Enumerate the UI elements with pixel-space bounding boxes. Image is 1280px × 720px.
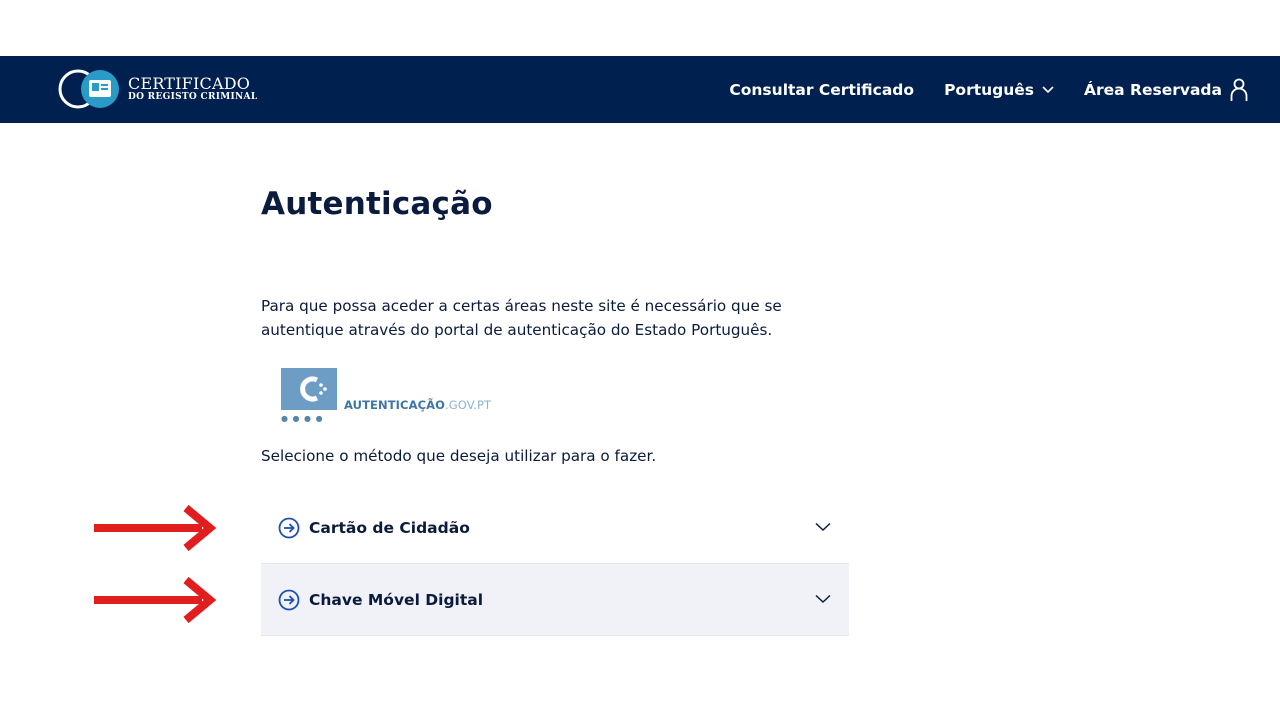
- language-selector[interactable]: Português: [944, 81, 1054, 99]
- brand-suffix: .GOV.PT: [445, 398, 492, 412]
- language-label: Português: [944, 80, 1035, 99]
- autenticacao-brand: AUTENTICAÇÃO.GOV.PT: [344, 398, 491, 412]
- annotation-arrow-icon: [94, 576, 216, 624]
- reserved-area-label: Área Reservada: [1084, 80, 1222, 99]
- user-icon: [1230, 78, 1248, 101]
- main-nav: Consultar Certificado Português Área Res…: [729, 56, 1248, 123]
- nav-consult-certificate[interactable]: Consultar Certificado: [729, 81, 914, 99]
- method-cartao-cidadao[interactable]: Cartão de Cidadão: [261, 492, 849, 564]
- brand-main: AUTENTICAÇÃO: [344, 398, 445, 412]
- method-chave-movel-digital[interactable]: Chave Móvel Digital: [261, 564, 849, 636]
- annotation-arrow-icon: [94, 504, 216, 552]
- nav-reserved-area[interactable]: Área Reservada: [1084, 78, 1248, 102]
- chevron-down-icon: [815, 522, 831, 531]
- logo-subtitle: DO REGISTO CRIMINAL: [128, 91, 258, 102]
- id-card-icon: [58, 66, 120, 112]
- auth-methods-accordion: Cartão de Cidadão Chave Móvel Digital: [261, 492, 849, 636]
- chevron-down-icon: [1042, 85, 1054, 93]
- method-label: Chave Móvel Digital: [309, 590, 484, 609]
- autenticacao-logo-mark: [281, 368, 337, 410]
- nav-consult-label: Consultar Certificado: [729, 80, 915, 99]
- site-logo[interactable]: CERTIFICADO DO REGISTO CRIMINAL: [58, 66, 298, 112]
- intro-text: Para que possa aceder a certas áreas nes…: [261, 297, 782, 339]
- logo-text: CERTIFICADO DO REGISTO CRIMINAL: [128, 73, 258, 102]
- arrow-right-circle-icon: [278, 589, 300, 610]
- logo-title: CERTIFICADO: [128, 73, 251, 93]
- select-method-text: Selecione o método que deseja utilizar p…: [261, 447, 657, 465]
- page-title: Autenticação: [261, 186, 493, 222]
- chevron-down-icon: [815, 594, 831, 603]
- logo-dots: ● ● ● ●: [281, 414, 324, 423]
- method-label: Cartão de Cidadão: [309, 518, 470, 537]
- arrow-right-circle-icon: [278, 517, 300, 538]
- site-header: CERTIFICADO DO REGISTO CRIMINAL Consulta…: [0, 56, 1280, 123]
- autenticacao-gov-logo: ● ● ● ● AUTENTICAÇÃO.GOV.PT: [281, 368, 521, 423]
